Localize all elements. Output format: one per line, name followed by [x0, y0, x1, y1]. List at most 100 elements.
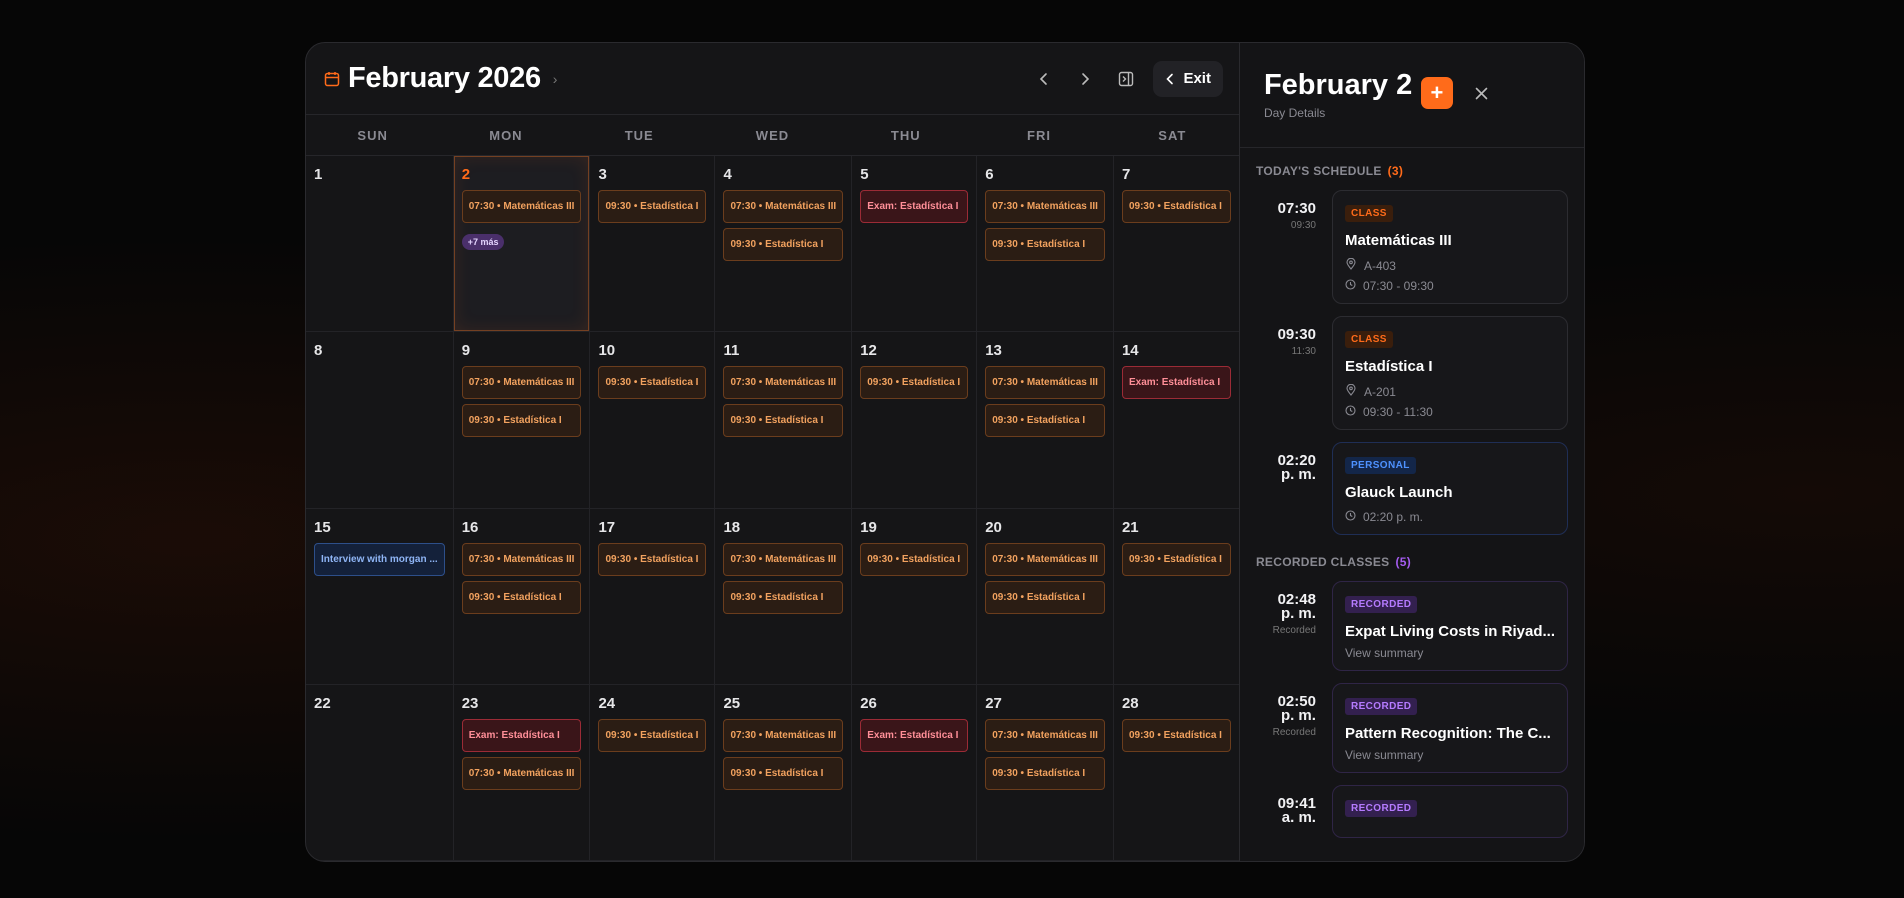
day-cell[interactable]: 2 07:30 • Matemáticas III +7 más	[453, 156, 591, 333]
add-event-button[interactable]: +	[1420, 77, 1453, 109]
day-cell[interactable]: 3 09:30 • Estadística I	[590, 156, 716, 333]
day-cell[interactable]: 19 09:30 • Estadística I	[852, 508, 978, 685]
event-chip-class[interactable]: 09:30 • Estadística I	[723, 228, 844, 261]
panel-title: February 2	[1263, 69, 1413, 101]
next-month-button[interactable]	[1068, 62, 1102, 96]
day-cell[interactable]: 8	[306, 332, 454, 509]
event-chip-class[interactable]: 09:30 • Estadística I	[985, 756, 1105, 790]
event-chip-class[interactable]: 09:30 • Estadística I	[1121, 190, 1231, 223]
event-chip-class[interactable]: 09:30 • Estadística I	[598, 190, 707, 223]
day-cell[interactable]: 16 07:30 • Matemáticas III 09:30 • Estadís…	[453, 508, 591, 685]
day-number: 1	[314, 166, 323, 183]
day-number: 2	[461, 166, 471, 183]
event-chip-class[interactable]: 09:30 • Estadística I	[723, 580, 844, 614]
event-chip-class[interactable]: 09:30 • Estadística I	[598, 366, 707, 400]
event-chip-class[interactable]: 07:30 • Matemáticas III	[985, 366, 1105, 400]
event-chip-class[interactable]: 07:30 • Matemáticas III	[461, 190, 582, 223]
prev-month-button[interactable]	[1027, 62, 1061, 96]
event-chip-class[interactable]: 07:30 • Matemáticas III	[723, 718, 844, 752]
schedule-card[interactable]: CLASS Matemáticas III A-403 07:30 - 09:30	[1331, 190, 1568, 304]
event-chip-class[interactable]: 09:30 • Estadística I	[598, 542, 707, 576]
time-sublabel: 11:30	[1291, 346, 1316, 357]
day-cell[interactable]: 27 07:30 • Matemáticas III 09:30 • Estadís…	[977, 684, 1114, 861]
day-cell[interactable]: 15 Interview with morgan ...	[306, 508, 454, 685]
day-cell[interactable]: 6 07:30 • Matemáticas III 09:30 • Estadíst…	[977, 156, 1114, 333]
event-chip-class[interactable]: 07:30 • Matemáticas III	[461, 366, 582, 400]
day-cell[interactable]: 25 07:30 • Matemáticas III 09:30 • Estadís…	[715, 684, 853, 861]
exit-button[interactable]: Exit	[1153, 60, 1223, 97]
recorded-card[interactable]: RECORDED Expat Living Costs in Riyad... Vi…	[1331, 581, 1568, 671]
event-chip-exam[interactable]: Exam: Estadística I	[860, 190, 969, 223]
event-chip-class[interactable]: 09:30 • Estadística I	[461, 404, 582, 438]
chevron-left-icon	[1040, 72, 1048, 85]
event-chip-class[interactable]: 09:30 • Estadística I	[1121, 542, 1231, 576]
event-chip-exam[interactable]: Exam: Estadística I	[860, 718, 969, 752]
event-chip-class[interactable]: 07:30 • Matemáticas III	[985, 190, 1105, 223]
event-chip-class[interactable]: 07:30 • Matemáticas III	[723, 366, 844, 400]
event-chip-class[interactable]: 07:30 • Matemáticas III	[461, 756, 582, 790]
schedule-card[interactable]: CLASS Estadística I A-201 09:30 - 11:30	[1331, 316, 1568, 430]
time-column: 02:20 p. m.	[1256, 442, 1332, 535]
event-chip-class[interactable]: 09:30 • Estadística I	[1121, 718, 1231, 752]
time-column: 09:41 a. m.	[1256, 785, 1332, 838]
event-chip-personal[interactable]: Interview with morgan ...	[314, 542, 445, 576]
more-events-badge[interactable]: +7 más	[461, 234, 505, 250]
weekday-label: THU	[890, 127, 921, 143]
day-cell[interactable]: 14 Exam: Estadística I	[1113, 332, 1239, 509]
location-text: A-201	[1363, 384, 1396, 399]
day-number: 23	[461, 694, 479, 712]
event-chip-class[interactable]: 09:30 • Estadística I	[985, 228, 1105, 261]
day-cell[interactable]: 20 07:30 • Matemáticas III 09:30 • Estadís…	[977, 508, 1114, 685]
event-chip-class[interactable]: 07:30 • Matemáticas III	[723, 190, 844, 223]
day-cell[interactable]: 28 09:30 • Estadística I	[1113, 685, 1239, 861]
event-chip-class[interactable]: 07:30 • Matemáticas III	[723, 542, 844, 576]
event-chip-class[interactable]: 09:30 • Estadística I	[985, 580, 1105, 614]
day-cell[interactable]: 10 09:30 • Estadística I	[590, 332, 716, 509]
event-chip-class[interactable]: 07:30 • Matemáticas III	[985, 718, 1105, 752]
panel-body[interactable]: TODAY'S SCHEDULE (3) 07:30 09:30 CLASS Matem…	[1240, 148, 1584, 861]
view-summary-link[interactable]: View summary	[1345, 748, 1555, 762]
close-icon	[1476, 87, 1488, 99]
day-cell[interactable]: 4 07:30 • Matemáticas III 09:30 • Estadíst…	[715, 156, 853, 333]
day-number: 27	[985, 694, 1002, 712]
day-cell[interactable]: 17 09:30 • Estadística I	[590, 508, 716, 685]
close-panel-button[interactable]	[1466, 77, 1498, 109]
event-chip-class[interactable]: 07:30 • Matemáticas III	[461, 542, 582, 576]
event-chip-exam[interactable]: Exam: Estadística I	[461, 718, 582, 752]
view-summary-link[interactable]: View summary	[1345, 646, 1555, 660]
day-cell[interactable]: 12 09:30 • Estadística I	[852, 332, 978, 509]
weekday-label: WED	[755, 127, 790, 143]
day-cell[interactable]: 9 07:30 • Matemáticas III 09:30 • Estadíst…	[453, 332, 591, 509]
event-chip-exam[interactable]: Exam: Estadística I	[1121, 366, 1231, 400]
day-cell[interactable]: 11 07:30 • Matemáticas III 09:30 • Estadís…	[715, 332, 853, 509]
time-label: 07:30	[1277, 200, 1316, 217]
event-chip-class[interactable]: 09:30 • Estadística I	[461, 580, 582, 614]
day-cell[interactable]: 18 07:30 • Matemáticas III 09:30 • Estadís…	[715, 508, 853, 685]
time-column: 09:30 11:30	[1256, 316, 1332, 430]
day-cell[interactable]: 21 09:30 • Estadística I	[1113, 509, 1239, 685]
day-cell[interactable]: 22	[306, 684, 454, 861]
event-chip-class[interactable]: 09:30 • Estadística I	[985, 404, 1105, 438]
event-chip-class[interactable]: 09:30 • Estadística I	[860, 366, 969, 400]
event-chip-class[interactable]: 09:30 • Estadística I	[723, 756, 844, 790]
event-chip-class[interactable]: 09:30 • Estadística I	[598, 718, 707, 752]
month-title[interactable]: February 2026	[348, 62, 541, 95]
event-chip-class[interactable]: 09:30 • Estadística I	[723, 404, 844, 438]
toggle-sidebar-button[interactable]	[1109, 62, 1143, 96]
event-chip-class[interactable]: 09:30 • Estadística I	[860, 542, 969, 576]
day-cell[interactable]: 26 Exam: Estadística I	[852, 684, 978, 861]
day-cell[interactable]: 23 Exam: Estadística I 07:30 • Matemáticas…	[453, 684, 591, 861]
recorded-card[interactable]: RECORDED	[1331, 785, 1568, 838]
day-cell[interactable]: 5 Exam: Estadística I	[852, 156, 978, 333]
schedule-card[interactable]: PERSONAL Glauck Launch 02:20 p. m.	[1331, 442, 1568, 535]
clock-icon	[1345, 279, 1356, 293]
chevron-right-icon[interactable]: ›	[553, 71, 558, 87]
day-cell[interactable]: 1	[306, 156, 454, 333]
recorded-card[interactable]: RECORDED Pattern Recognition: The C... Vie…	[1331, 683, 1568, 773]
day-cell[interactable]: 13 07:30 • Matemáticas III 09:30 • Estadís…	[977, 332, 1114, 509]
day-cell[interactable]: 7 09:30 • Estadística I	[1113, 156, 1239, 333]
day-cell[interactable]: 24 09:30 • Estadística I	[590, 684, 716, 861]
time-sublabel: 09:30	[1290, 220, 1316, 231]
day-number: 18	[723, 518, 741, 536]
event-chip-class[interactable]: 07:30 • Matemáticas III	[985, 542, 1105, 576]
